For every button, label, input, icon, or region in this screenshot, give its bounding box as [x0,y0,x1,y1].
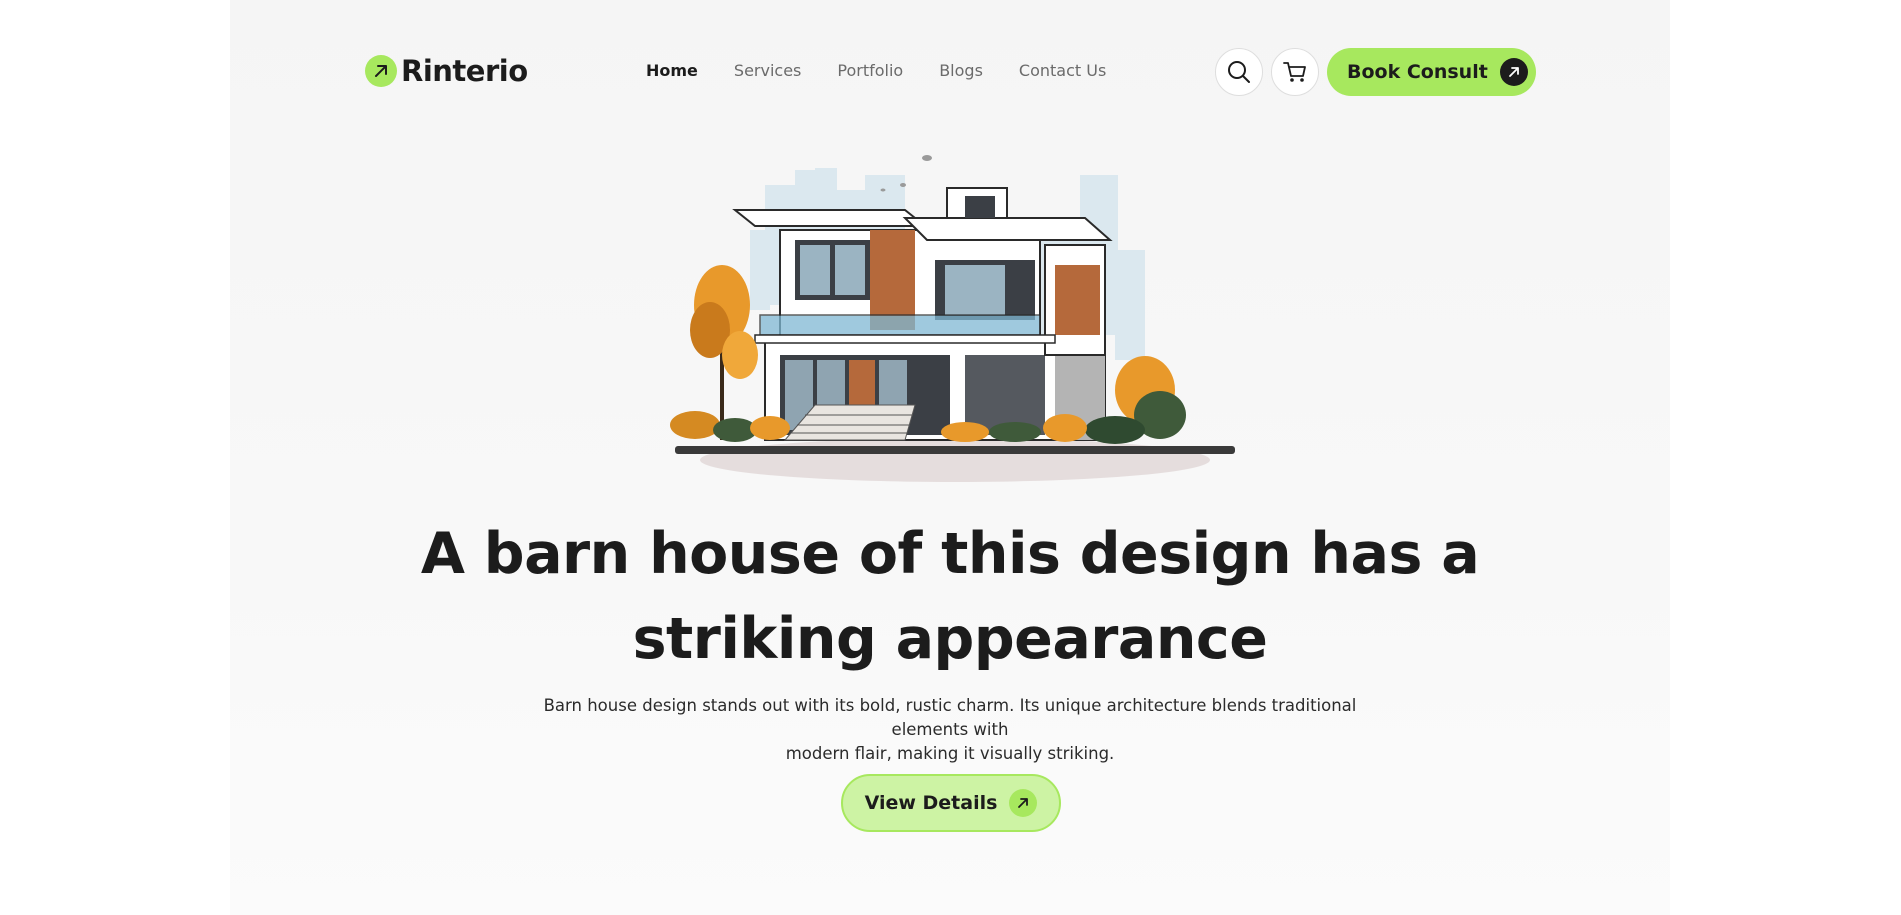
logo-arrow-icon [365,55,397,87]
nav-item-services[interactable]: Services [734,61,801,80]
nav-item-portfolio[interactable]: Portfolio [837,61,903,80]
view-details-label: View Details [864,792,998,814]
hero-subtext: Barn house design stands out with its bo… [520,694,1380,766]
book-consult-button[interactable]: Book Consult [1327,48,1536,96]
search-button[interactable] [1215,48,1263,96]
cart-icon [1283,62,1306,82]
hero-house-illustration [670,155,1235,482]
hero-subtext-line1: Barn house design stands out with its bo… [543,696,1357,739]
hero-headline-line1: A barn house of this design has a [420,521,1480,587]
hero-headline: A barn house of this design has a striki… [230,512,1670,682]
book-consult-label: Book Consult [1347,61,1488,83]
nav-item-contact[interactable]: Contact Us [1019,61,1106,80]
nav-item-blogs[interactable]: Blogs [939,61,983,80]
main-nav: Home Services Portfolio Blogs Contact Us [646,61,1106,80]
logo[interactable]: Rinterio [365,54,528,88]
cart-button[interactable] [1271,48,1319,96]
arrow-up-right-icon [1009,789,1038,817]
hero-headline-line2: striking appearance [632,606,1268,672]
nav-item-home[interactable]: Home [646,61,698,80]
arrow-up-right-icon [1499,58,1528,86]
search-icon [1228,61,1250,83]
page-container: Rinterio Home Services Portfolio Blogs C… [230,0,1670,915]
logo-text: Rinterio [401,54,528,88]
view-details-button[interactable]: View Details [841,774,1061,832]
hero-subtext-line2: modern flair, making it visually strikin… [785,744,1115,763]
